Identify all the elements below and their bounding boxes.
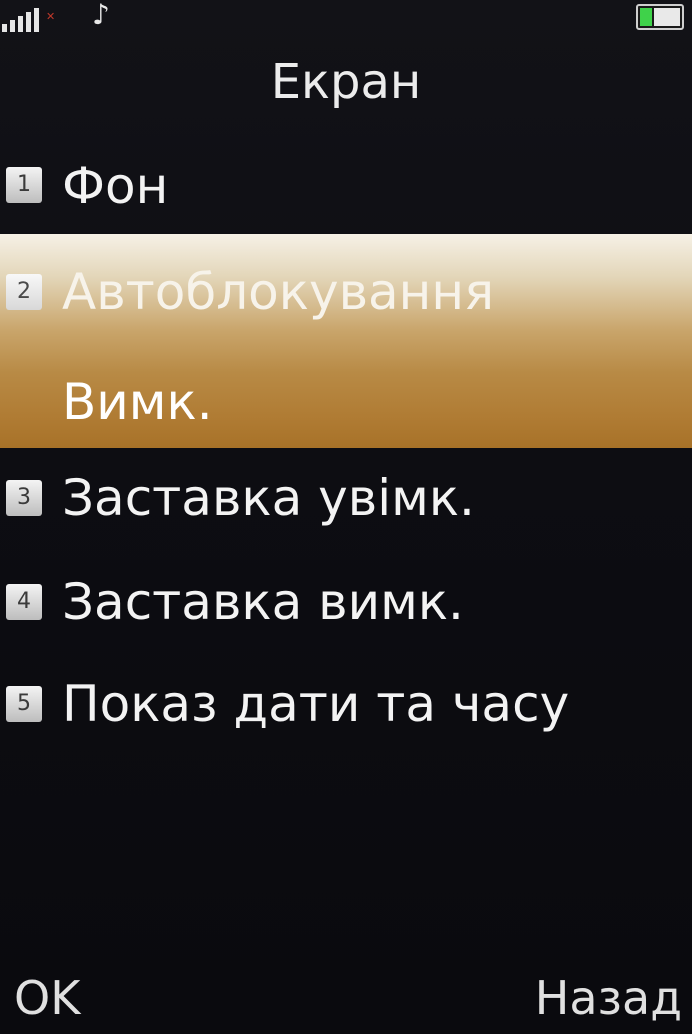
menu-item-label: Фон [62,157,169,215]
no-signal-icon: ✕ [46,10,56,23]
back-softkey[interactable]: Назад [535,970,682,1026]
menu-item-number: 3 [6,480,42,516]
menu-item-number: 5 [6,686,42,722]
menu-item-autolock[interactable]: 2 Автоблокування Вимк. [0,234,692,448]
menu-item-number: 4 [6,584,42,620]
menu-item-label: Автоблокування [62,263,495,321]
menu-item-number: 1 [6,167,42,203]
phone-screen: ✕ ♪ Екран 1 Фон 2 Автоблокування Вимк. 3… [0,0,692,1034]
menu-item-value: Вимк. [62,373,213,431]
menu-item-screensaver-on[interactable]: 3 Заставка увімк. [0,448,692,554]
menu-item-label: Показ дати та часу [62,675,570,733]
menu-item-screensaver-off[interactable]: 4 Заставка вимк. [0,554,692,660]
menu-item-show-date-time[interactable]: 5 Показ дати та часу [0,660,692,766]
menu-item-label: Заставка увімк. [62,469,475,527]
menu-item-label: Заставка вимк. [62,573,464,631]
battery-icon [636,4,684,30]
status-bar: ✕ ♪ [0,0,692,40]
music-note-icon: ♪ [92,0,110,31]
menu-item-number: 2 [6,274,42,310]
menu-item-background[interactable]: 1 Фон [0,130,692,236]
signal-bars-icon [2,8,42,32]
page-title: Екран [270,54,422,110]
ok-softkey[interactable]: OK [14,970,80,1026]
